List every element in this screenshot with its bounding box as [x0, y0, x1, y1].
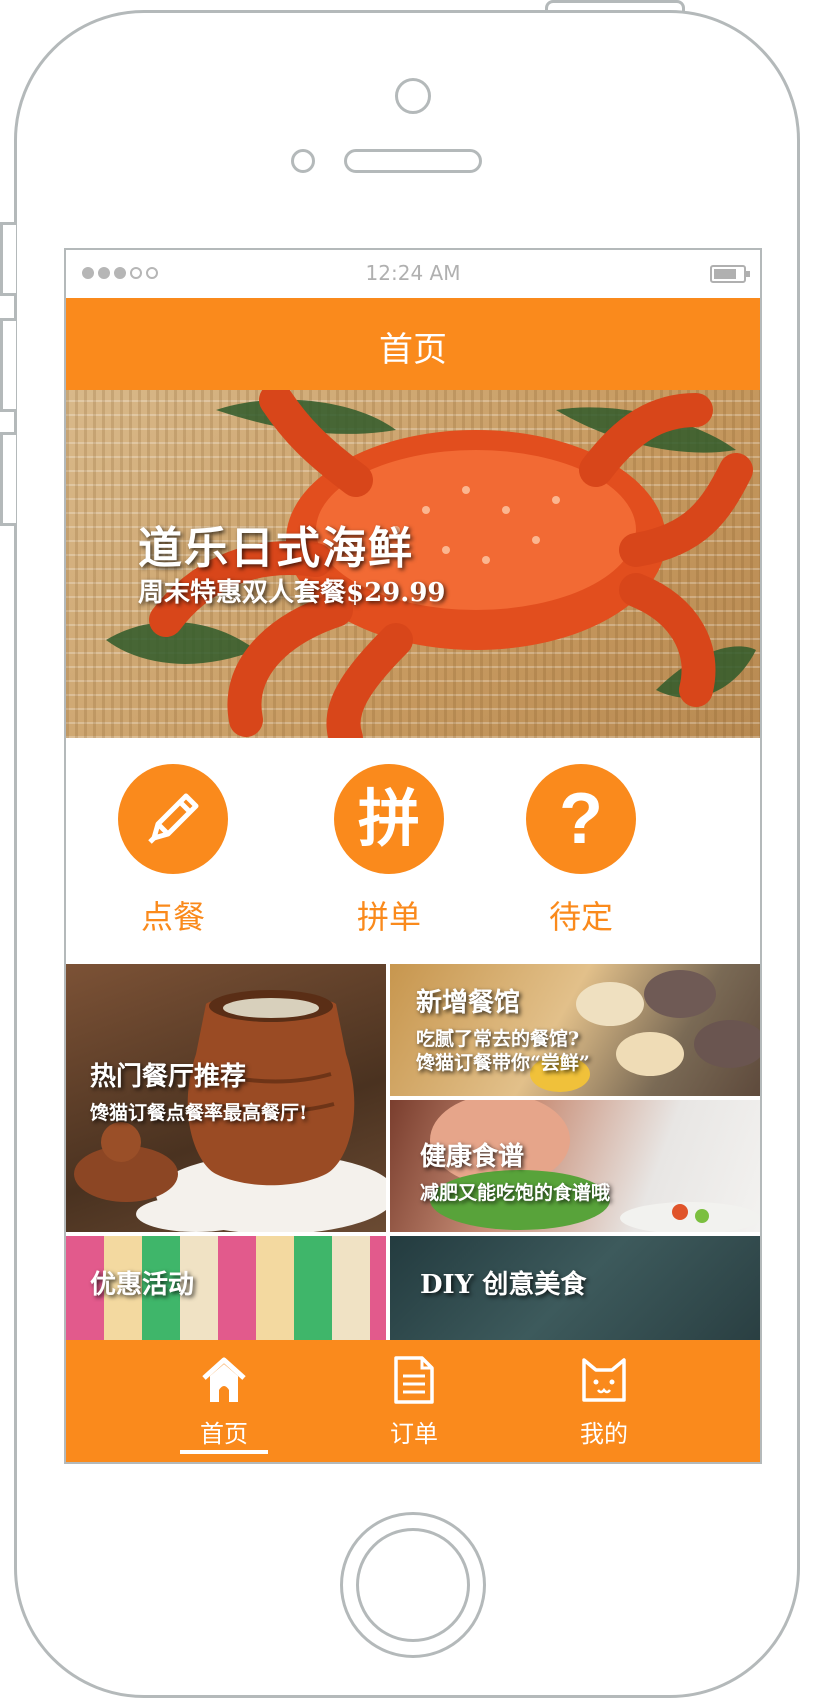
tab-profile-label: 我的 — [580, 1420, 628, 1448]
status-time: 12:24 AM — [365, 261, 461, 285]
mute-switch — [0, 222, 16, 296]
promotions-tile[interactable]: 优惠活动 — [66, 1236, 386, 1340]
new-restaurants-tile[interactable]: 新增餐馆 吃腻了常去的餐馆? 馋猫订餐带你“尝鲜” — [390, 964, 760, 1096]
home-button-ring — [356, 1528, 470, 1642]
feature-tiles: 热门餐厅推荐 馋猫订餐点餐率最高餐厅! 新增餐馆 吃腻了常去的餐馆? 馋猫订餐带… — [66, 964, 760, 1340]
banner-title: 道乐日式海鲜 — [138, 523, 414, 574]
battery-icon — [710, 265, 750, 283]
question-icon: ? — [526, 764, 636, 874]
pencil-icon — [118, 764, 228, 874]
page-title: 首页 — [379, 330, 447, 370]
tab-home[interactable]: 首页 — [164, 1340, 284, 1462]
healthy-recipes-tile[interactable]: 健康食谱 减肥又能吃饱的食谱哦 — [390, 1100, 760, 1232]
hot-restaurants-title: 热门餐厅推荐 — [90, 1062, 247, 1092]
tab-bar: 首页 订单 我的 — [66, 1340, 760, 1462]
tab-orders-label: 订单 — [390, 1420, 438, 1448]
promotions-title: 优惠活动 — [90, 1270, 195, 1300]
app-screen: 12:24 AM 首页 道乐日式海鲜 周末特惠双人套餐$29.99 点餐 拼 拼… — [64, 248, 762, 1464]
order-food-label: 点餐 — [140, 898, 205, 936]
order-food-button[interactable]: 点餐 — [108, 764, 238, 938]
hot-restaurants-subtitle: 馋猫订餐点餐率最高餐厅! — [90, 1102, 308, 1124]
document-icon — [394, 1356, 434, 1404]
pending-label: 待定 — [548, 898, 613, 936]
home-icon — [202, 1357, 246, 1402]
banner-subtitle: 周末特惠双人套餐$29.99 — [138, 578, 446, 608]
proximity-sensor — [291, 149, 315, 173]
diy-food-title: DIY 创意美食 — [420, 1270, 587, 1300]
healthy-recipes-title: 健康食谱 — [420, 1142, 525, 1172]
pending-button[interactable]: ? 待定 — [516, 764, 646, 938]
pin-glyph-icon: 拼 — [334, 764, 444, 874]
hot-restaurants-tile[interactable]: 热门餐厅推荐 馋猫订餐点餐率最高餐厅! — [66, 964, 386, 1232]
volume-down-button — [0, 432, 16, 526]
group-order-button[interactable]: 拼 拼单 — [324, 764, 454, 938]
diy-food-tile[interactable]: DIY 创意美食 — [390, 1236, 760, 1340]
volume-up-button — [0, 318, 16, 412]
tab-orders[interactable]: 订单 — [354, 1340, 474, 1462]
front-camera — [395, 78, 431, 114]
header: 首页 — [66, 298, 760, 390]
new-restaurants-subtitle-line1: 吃腻了常去的餐馆? — [416, 1028, 580, 1050]
group-order-label: 拼单 — [356, 898, 421, 936]
healthy-recipes-subtitle: 减肥又能吃饱的食谱哦 — [420, 1182, 611, 1204]
quick-actions: 点餐 拼 拼单 ? 待定 — [66, 738, 760, 964]
tab-home-label: 首页 — [200, 1420, 248, 1448]
promo-banner[interactable]: 道乐日式海鲜 周末特惠双人套餐$29.99 — [66, 390, 760, 738]
cat-face-icon — [582, 1358, 626, 1402]
new-restaurants-subtitle-line2: 馋猫订餐带你“尝鲜” — [416, 1052, 590, 1074]
earpiece-speaker — [344, 149, 482, 173]
active-tab-indicator — [180, 1450, 268, 1454]
status-bar: 12:24 AM — [66, 250, 760, 298]
new-restaurants-title: 新增餐馆 — [416, 988, 521, 1018]
tab-profile[interactable]: 我的 — [544, 1340, 664, 1462]
